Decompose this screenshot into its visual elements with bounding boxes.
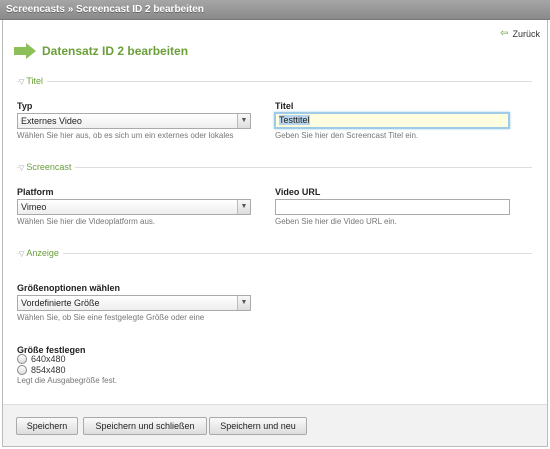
collapse-triangle-icon: ▽ [19,79,25,86]
back-link[interactable]: ⇦ Zurück [500,28,540,39]
platform-hint: Wählen Sie hier die Videoplatform aus. [17,217,156,226]
section-anzeige[interactable]: ▽ Anzeige [17,248,532,260]
save-new-button[interactable]: Speichern und neu [209,417,307,435]
page-heading: Datensatz ID 2 bearbeiten [14,43,188,59]
radio-button[interactable] [17,354,27,364]
radio-button[interactable] [17,365,27,375]
section-divider [17,81,532,82]
platform-select-value: Vimeo [21,202,47,212]
collapse-triangle-icon: ▽ [19,251,25,258]
section-screencast[interactable]: ▽ Screencast [17,162,532,174]
section-divider [17,253,532,254]
groessenoptionen-select-value: Vordefinierte Größe [21,298,100,308]
collapse-triangle-icon: ▽ [19,165,25,172]
video-url-label: Video URL [275,187,321,197]
section-anzeige-label[interactable]: ▽ Anzeige [19,248,63,260]
back-arrow-icon: ⇦ [500,28,509,39]
typ-label: Typ [17,101,33,111]
edit-arrow-icon [14,43,36,59]
back-link-label: Zurück [512,28,540,39]
groessenoptionen-label: Größenoptionen wählen [17,283,120,293]
groessenoptionen-hint: Wählen Sie, ob Sie eine festgelegte Größ… [17,313,205,322]
titel-input[interactable]: Testtitel [274,112,510,129]
page-title: Datensatz ID 2 bearbeiten [42,44,189,58]
save-button[interactable]: Speichern [16,417,78,435]
section-screencast-label[interactable]: ▽ Screencast [19,162,76,174]
platform-select[interactable]: Vimeo ▼ [17,199,251,215]
typ-select[interactable]: Externes Video ▼ [17,113,251,129]
radio-640x480-label: 640x480 [31,354,66,364]
section-titel-label[interactable]: ▽ Titel [19,76,48,88]
radio-640x480[interactable]: 640x480 [17,354,66,364]
window-title: Screencasts » Screencast ID 2 bearbeiten [0,0,550,20]
titel-input-value: Testtitel [279,115,310,125]
chevron-down-icon: ▼ [237,200,250,214]
section-divider [17,167,532,168]
section-titel[interactable]: ▽ Titel [17,76,532,88]
titel-hint: Geben Sie hier den Screencast Titel ein. [275,131,419,140]
typ-hint: Wählen Sie hier aus, ob es sich um ein e… [17,131,234,140]
video-url-hint: Geben Sie hier die Video URL ein. [275,217,397,226]
groesse-hint: Legt die Ausgabegröße fest. [17,376,118,385]
groessenoptionen-select[interactable]: Vordefinierte Größe ▼ [17,295,251,311]
chevron-down-icon: ▼ [237,114,250,128]
chevron-down-icon: ▼ [237,296,250,310]
radio-854x480[interactable]: 854x480 [17,365,66,375]
typ-select-value: Externes Video [21,116,82,126]
save-close-button[interactable]: Speichern und schließen [83,417,207,435]
titel-label: Titel [275,101,294,111]
video-url-input[interactable] [275,199,510,215]
radio-854x480-label: 854x480 [31,365,66,375]
footer-bar: Speichern Speichern und schließen Speich… [3,404,547,446]
platform-label: Platform [17,187,54,197]
